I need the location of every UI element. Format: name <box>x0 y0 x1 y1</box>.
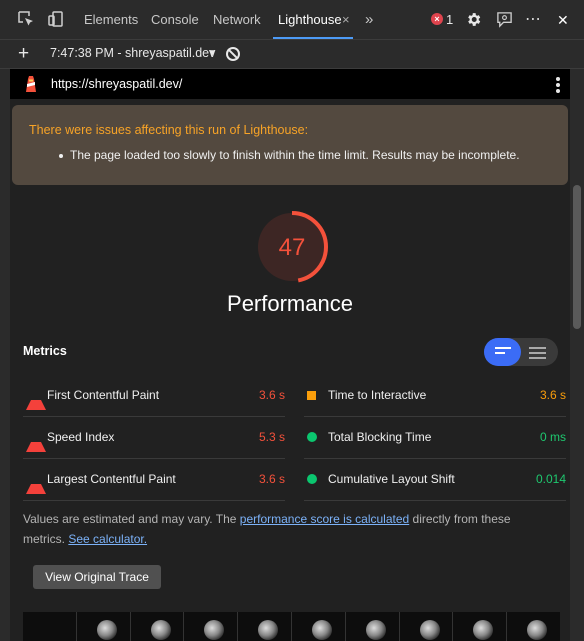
tab-network[interactable]: Network <box>213 0 261 39</box>
see-calculator-link[interactable]: See calculator. <box>68 532 147 546</box>
filmstrip-frame <box>76 612 131 641</box>
more-tabs-icon[interactable]: » <box>365 0 373 39</box>
metric-value: 3.6 s <box>539 388 566 402</box>
expanded-list-icon[interactable] <box>529 347 546 362</box>
run-warnings-box: There were issues affecting this run of … <box>12 105 568 185</box>
metric-value: 3.6 s <box>258 472 285 486</box>
note-text: Values are estimated and may vary. The <box>23 512 240 526</box>
inspect-element-icon[interactable] <box>17 10 35 28</box>
report-scrollbar[interactable] <box>570 69 584 641</box>
filmstrip-frame <box>291 612 346 641</box>
score-value: 47 <box>279 234 306 261</box>
metric-row: Total Blocking Time 0 ms <box>304 416 566 459</box>
lighthouse-report: https://shreyaspatil.dev/ There were iss… <box>10 69 570 641</box>
more-options-icon[interactable]: ⋯ <box>525 0 541 39</box>
left-gutter <box>0 69 10 641</box>
tab-lighthouse-label: Lighthouse <box>278 12 342 27</box>
metric-name: Total Blocking Time <box>328 430 432 444</box>
error-icon[interactable]: × <box>431 13 443 25</box>
filmstrip-frame <box>507 612 560 641</box>
warning-item: The page loaded too slowly to finish wit… <box>70 148 520 162</box>
metric-row: First Contentful Paint 3.6 s <box>23 374 285 417</box>
filmstrip-frame <box>453 612 508 641</box>
active-tab-indicator <box>273 37 353 39</box>
screenshot-filmstrip <box>23 612 560 641</box>
metric-name: Largest Contentful Paint <box>47 472 176 486</box>
lighthouse-toolbar: + 7:47:38 PM - shreyaspatil.dev ▼ <box>0 40 584 69</box>
metrics-note: Values are estimated and may vary. The p… <box>23 509 543 549</box>
close-devtools-icon[interactable]: ✕ <box>557 0 569 39</box>
metric-value: 0.014 <box>535 472 566 486</box>
pass-circle-icon <box>307 432 317 442</box>
fail-triangle-icon <box>26 432 46 452</box>
filmstrip-frame <box>399 612 454 641</box>
metric-row: Largest Contentful Paint 3.6 s <box>23 458 285 501</box>
fail-triangle-icon <box>26 474 46 494</box>
new-report-button[interactable]: + <box>18 40 29 67</box>
device-toolbar-icon[interactable] <box>47 10 65 28</box>
filmstrip-frame <box>184 612 239 641</box>
report-url-bar: https://shreyaspatil.dev/ <box>10 69 570 99</box>
metric-row: Time to Interactive 3.6 s <box>304 374 566 417</box>
tab-console[interactable]: Console <box>151 0 199 39</box>
filmstrip-frame <box>23 612 77 641</box>
fail-triangle-icon <box>26 390 46 410</box>
metric-name: First Contentful Paint <box>47 388 160 402</box>
error-count[interactable]: 1 <box>446 0 453 40</box>
average-square-icon <box>307 391 316 400</box>
warning-title: There were issues affecting this run of … <box>29 123 309 137</box>
report-selector[interactable]: 7:47:38 PM - shreyaspatil.dev <box>50 40 215 67</box>
performance-label: Performance <box>227 291 353 316</box>
score-calculated-link[interactable]: performance score is calculated <box>240 512 409 526</box>
compact-list-icon <box>495 347 511 357</box>
clear-reports-icon[interactable] <box>226 47 240 61</box>
pass-circle-icon <box>307 474 317 484</box>
metric-value: 5.3 s <box>258 430 285 444</box>
report-menu-icon[interactable] <box>556 77 560 95</box>
tab-close-icon[interactable]: × <box>342 0 350 39</box>
bullet-icon <box>59 154 63 158</box>
metrics-heading: Metrics <box>23 344 67 358</box>
metric-value: 0 ms <box>539 430 566 444</box>
metric-name: Cumulative Layout Shift <box>328 472 455 486</box>
settings-gear-icon[interactable] <box>465 11 482 28</box>
metric-row: Speed Index 5.3 s <box>23 416 285 459</box>
compact-view-button[interactable] <box>484 338 521 366</box>
filmstrip-frame <box>238 612 292 641</box>
report-url[interactable]: https://shreyaspatil.dev/ <box>51 69 182 99</box>
feedback-icon[interactable] <box>496 11 513 28</box>
view-trace-button[interactable]: View Original Trace <box>33 565 161 589</box>
metric-name: Speed Index <box>47 430 115 444</box>
devtools-tabbar: Elements Console Network Lighthouse × » … <box>0 0 584 40</box>
filmstrip-frame <box>345 612 400 641</box>
tab-lighthouse[interactable]: Lighthouse <box>273 0 353 39</box>
metric-row: Cumulative Layout Shift 0.014 <box>304 458 566 501</box>
metric-value: 3.6 s <box>258 388 285 402</box>
filmstrip-frame <box>130 612 185 641</box>
scrollbar-thumb[interactable] <box>573 185 581 329</box>
metric-name: Time to Interactive <box>328 388 427 402</box>
lighthouse-logo-icon <box>26 76 36 92</box>
performance-score-gauge[interactable]: 47 <box>254 209 330 285</box>
metrics-view-toggle[interactable] <box>484 338 558 366</box>
tab-elements[interactable]: Elements <box>84 0 138 39</box>
chevron-down-icon[interactable]: ▼ <box>207 40 217 67</box>
